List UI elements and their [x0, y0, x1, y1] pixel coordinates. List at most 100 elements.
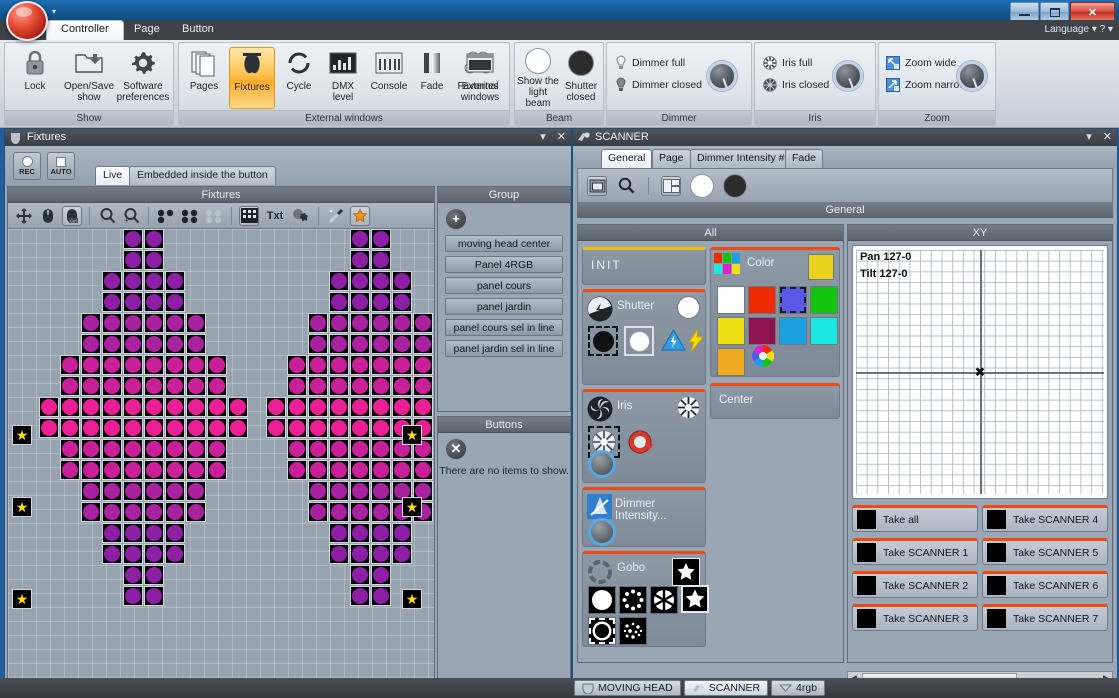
fixture-cell[interactable]: [123, 460, 143, 480]
settings-icon[interactable]: [291, 206, 311, 226]
take-scanner-5-button[interactable]: Take SCANNER 5: [982, 538, 1108, 565]
star-marker-icon[interactable]: ★: [402, 497, 422, 517]
fixture-cell[interactable]: [144, 376, 164, 396]
fixture-cell[interactable]: [186, 397, 206, 417]
preset-gobo-star[interactable]: [681, 585, 709, 613]
fixture-cell[interactable]: [81, 376, 101, 396]
fixture-cell[interactable]: [123, 271, 143, 291]
fixture-cell[interactable]: [329, 502, 349, 522]
fixture-cell[interactable]: [144, 565, 164, 585]
fixture-cell[interactable]: [350, 544, 370, 564]
fixture-cell[interactable]: [123, 292, 143, 312]
fixture-cell[interactable]: [144, 229, 164, 249]
ribbon-lock-button[interactable]: Lock: [7, 47, 63, 109]
taskbar-item-4rgb[interactable]: 4rgb: [771, 680, 826, 696]
color-swatch-2[interactable]: [779, 286, 807, 314]
fixture-cell[interactable]: [102, 355, 122, 375]
fixture-cell[interactable]: [123, 523, 143, 543]
ribbon-shutter-closed-button[interactable]: Shutter closed: [560, 47, 602, 109]
fixture-cell[interactable]: [329, 523, 349, 543]
ribbon-software-preferences-button[interactable]: Software preferences: [115, 47, 171, 109]
fixture-cell[interactable]: [186, 376, 206, 396]
fixture-cell[interactable]: [81, 502, 101, 522]
fixture-cell[interactable]: [186, 460, 206, 480]
select-6-icon[interactable]: [204, 206, 224, 226]
scanner-window-titlebar[interactable]: SCANNER ▾ ✕: [573, 129, 1117, 146]
fixture-cell[interactable]: [81, 439, 101, 459]
fixture-cell[interactable]: [392, 523, 412, 543]
fixture-cell[interactable]: [144, 481, 164, 501]
fixture-cell[interactable]: [350, 376, 370, 396]
mouse-icon[interactable]: [38, 206, 58, 226]
tab-scanner-dimmer-intensity-1[interactable]: Dimmer Intensity #1: [690, 149, 798, 168]
fixture-cell[interactable]: [144, 439, 164, 459]
fixture-cell[interactable]: [207, 397, 227, 417]
fixture-cell[interactable]: [329, 544, 349, 564]
tab-scanner-fade[interactable]: Fade: [785, 149, 823, 168]
fixture-cell[interactable]: [102, 271, 122, 291]
fixture-cell[interactable]: [371, 418, 391, 438]
fixture-cell[interactable]: [350, 271, 370, 291]
fixture-cell[interactable]: [81, 355, 101, 375]
preset-gobo-open[interactable]: [588, 586, 616, 614]
ribbon-console-button[interactable]: Console: [365, 47, 413, 109]
help-label[interactable]: ?: [1100, 24, 1106, 35]
fixture-cell[interactable]: [350, 460, 370, 480]
grid-icon[interactable]: [239, 205, 259, 226]
fixture-cell[interactable]: [308, 439, 328, 459]
fixture-cell[interactable]: [308, 481, 328, 501]
tab-live[interactable]: Live: [95, 166, 131, 185]
color-wheel-icon[interactable]: [751, 344, 775, 368]
fixture-cell[interactable]: [371, 229, 391, 249]
preset-gobo-dots-ring[interactable]: [619, 586, 647, 614]
fixture-cell[interactable]: [329, 292, 349, 312]
fixtures-grid-canvas[interactable]: ★★★★★★★★: [8, 229, 434, 686]
fixture-cell[interactable]: [371, 376, 391, 396]
beam-off-icon[interactable]: [723, 173, 747, 198]
fixture-cell[interactable]: [102, 460, 122, 480]
move-icon[interactable]: [14, 206, 34, 226]
fixture-cell[interactable]: [371, 586, 391, 606]
fixture-cell[interactable]: [371, 355, 391, 375]
fixture-cell[interactable]: [123, 355, 143, 375]
card-center[interactable]: Center: [710, 383, 840, 419]
fixture-cell[interactable]: [144, 334, 164, 354]
fixture-cell[interactable]: [413, 334, 433, 354]
star-marker-icon[interactable]: ★: [402, 425, 422, 445]
fixture-cell[interactable]: [371, 439, 391, 459]
preset-shutter-open[interactable]: [624, 326, 654, 356]
fixture-cell[interactable]: [81, 313, 101, 333]
ribbon-dmx-level-button[interactable]: DMX level: [321, 47, 365, 109]
fixture-cell[interactable]: [350, 565, 370, 585]
fixture-cell[interactable]: [144, 355, 164, 375]
fixture-cell[interactable]: [308, 376, 328, 396]
fixture-cell[interactable]: [144, 418, 164, 438]
fixture-cell[interactable]: [102, 418, 122, 438]
fixture-cell[interactable]: [392, 292, 412, 312]
fixture-cell[interactable]: [165, 418, 185, 438]
scanner-minimize-icon[interactable]: ▾: [1086, 131, 1092, 143]
fixture-cell[interactable]: [123, 376, 143, 396]
ribbon-zoom-narrow-button[interactable]: Zoom narrow: [886, 75, 967, 95]
fixture-cell[interactable]: [329, 313, 349, 333]
close-button[interactable]: ✕: [1070, 2, 1115, 22]
iris-dial[interactable]: [588, 450, 616, 478]
fixture-cell[interactable]: [123, 439, 143, 459]
tab-scanner-page[interactable]: Page: [652, 149, 691, 168]
fixture-cell[interactable]: [102, 544, 122, 564]
fixture-cell[interactable]: [329, 418, 349, 438]
zoom-knob[interactable]: [957, 61, 987, 91]
fixture-cell[interactable]: [350, 439, 370, 459]
fixture-cell[interactable]: [186, 481, 206, 501]
fixture-cell[interactable]: [392, 334, 412, 354]
fixture-cell[interactable]: [371, 334, 391, 354]
ribbon-fade-button[interactable]: Fade: [413, 47, 451, 109]
fixture-cell[interactable]: [329, 439, 349, 459]
fixture-cell[interactable]: [266, 397, 286, 417]
layout-icon[interactable]: [661, 175, 681, 196]
quick-access-caret-icon[interactable]: ▾: [48, 6, 60, 18]
beam-on-icon[interactable]: [690, 173, 714, 198]
fixture-cell[interactable]: [371, 313, 391, 333]
fixture-cell[interactable]: [350, 481, 370, 501]
fixture-cell[interactable]: [165, 313, 185, 333]
